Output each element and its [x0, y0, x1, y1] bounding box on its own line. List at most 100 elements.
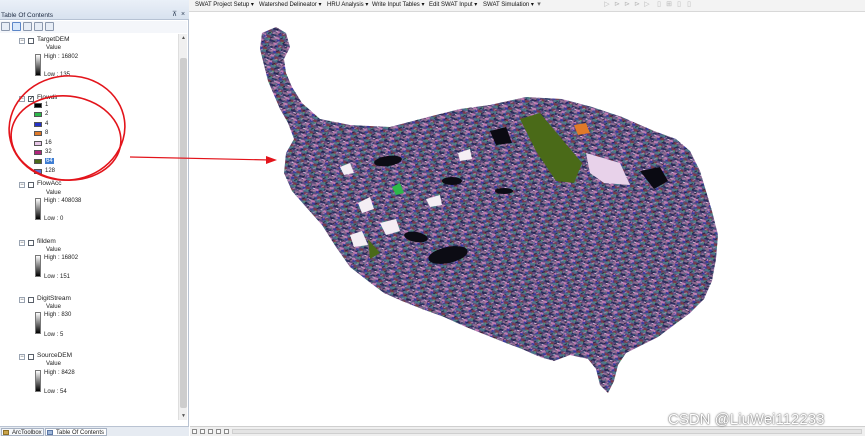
- legend-value-label: Value: [46, 190, 61, 196]
- legend-swatch[interactable]: [34, 150, 42, 155]
- map-horizontal-scrollbar[interactable]: [232, 429, 862, 434]
- toc-title: Table Of Contents: [1, 12, 54, 19]
- tool-icon[interactable]: ▷: [643, 1, 651, 9]
- legend-class-label: 32: [45, 149, 52, 155]
- tool-icon[interactable]: ⊳: [613, 1, 621, 9]
- scroll-down-icon[interactable]: ▼: [179, 412, 188, 420]
- collapse-icon[interactable]: −: [19, 182, 25, 188]
- menu-hru-analysis[interactable]: HRU Analysis ▾: [327, 1, 368, 10]
- pin-icon[interactable]: ⊼: [172, 11, 177, 19]
- refresh-icon[interactable]: [208, 429, 213, 434]
- plateau-raster: [260, 27, 718, 393]
- legend-swatch[interactable]: [34, 112, 42, 118]
- swat-toolbar: SWAT Project Setup ▾ Watershed Delineato…: [189, 0, 865, 12]
- layer-name: DigitStream: [37, 295, 71, 302]
- legend-high: High : 16802: [44, 54, 79, 60]
- legend-high: High : 830: [44, 312, 72, 318]
- layer-name: SourceDEM: [37, 352, 73, 359]
- list-by-selection-icon[interactable]: [34, 22, 43, 31]
- layers-icon: [47, 430, 53, 435]
- layer-visibility-checkbox[interactable]: [28, 354, 34, 360]
- layout-view-icon[interactable]: [200, 429, 205, 434]
- legend-value-label: Value: [46, 361, 61, 367]
- watermark: CSDN @LiuWei112233: [668, 411, 825, 428]
- lake-region: [495, 188, 513, 194]
- map-canvas[interactable]: [190, 13, 865, 426]
- collapse-icon[interactable]: −: [19, 354, 25, 360]
- collapse-icon[interactable]: −: [19, 96, 25, 102]
- layer-visibility-checkbox[interactable]: [28, 297, 34, 303]
- legend-class-label: 64: [45, 158, 54, 165]
- legend-swatch[interactable]: [34, 121, 42, 127]
- layer-name: FlowAcc: [37, 180, 62, 187]
- legend-class-label: 8: [45, 130, 49, 137]
- tab-table-of-contents[interactable]: Table Of Contents: [45, 428, 107, 436]
- toc-tab-strip: ArcToolbox Table Of Contents: [0, 426, 189, 436]
- collapse-icon[interactable]: −: [19, 38, 25, 44]
- legend-swatch[interactable]: [34, 103, 42, 108]
- list-by-source-icon[interactable]: [12, 22, 21, 31]
- legend-class-label: 1: [45, 102, 49, 108]
- legend-low: Low : 5: [44, 332, 64, 338]
- tool-icon[interactable]: ⊳: [623, 1, 631, 9]
- tool-icon[interactable]: ⊳: [633, 1, 641, 9]
- menu-swat-project-setup[interactable]: SWAT Project Setup ▾: [195, 1, 254, 10]
- legend-high: High : 16802: [44, 255, 79, 261]
- scroll-left-icon[interactable]: [224, 429, 229, 434]
- layer-name: filldem: [37, 238, 56, 245]
- legend-value-label: Value: [46, 247, 61, 253]
- data-view-icon[interactable]: [192, 429, 197, 434]
- menu-swat-simulation[interactable]: SWAT Simulation ▾: [483, 1, 534, 10]
- lake-region: [442, 177, 462, 185]
- legend-swatch[interactable]: [34, 168, 42, 174]
- tool-icon[interactable]: ▯: [685, 1, 693, 9]
- tool-icon[interactable]: ⊞: [665, 1, 673, 9]
- legend-swatch[interactable]: [34, 131, 42, 137]
- legend-high: High : 408038: [44, 198, 82, 204]
- color-ramp: [35, 198, 41, 220]
- collapse-icon[interactable]: −: [19, 240, 25, 246]
- toolbar-options-icon[interactable]: ▾: [535, 1, 543, 9]
- legend-low: Low : 0: [44, 216, 64, 222]
- options-icon[interactable]: [45, 22, 54, 31]
- tool-icon[interactable]: ▯: [655, 1, 663, 9]
- menu-watershed-delineator[interactable]: Watershed Delineator ▾: [259, 1, 321, 10]
- toc-scrollbar[interactable]: ▲ ▼: [178, 34, 187, 420]
- close-icon[interactable]: ×: [181, 11, 185, 19]
- toc-toolbar: [0, 21, 187, 33]
- legend-class-label: 16: [45, 139, 52, 146]
- scroll-up-icon[interactable]: ▲: [179, 34, 188, 42]
- legend-low: Low : 54: [44, 389, 67, 395]
- list-by-drawing-order-icon[interactable]: [1, 22, 10, 31]
- legend-low: Low : 151: [44, 274, 71, 280]
- legend-swatch[interactable]: [34, 140, 42, 146]
- menu-edit-swat-input[interactable]: Edit SWAT Input ▾: [429, 1, 477, 10]
- layer-visibility-checkbox[interactable]: [28, 182, 34, 188]
- legend-value-label: Value: [46, 45, 61, 51]
- color-ramp: [35, 370, 41, 392]
- collapse-icon[interactable]: −: [19, 297, 25, 303]
- flow-direction-raster-map: [260, 27, 718, 393]
- toolbox-icon: [3, 430, 9, 435]
- tool-icon[interactable]: ▯: [675, 1, 683, 9]
- list-by-visibility-icon[interactable]: [23, 22, 32, 31]
- layer-name: Flowdir: [37, 94, 58, 101]
- legend-value-label: Value: [46, 304, 61, 310]
- toc-titlebar: Table Of Contents ⊼ ×: [0, 0, 189, 20]
- layer-visibility-checkbox[interactable]: [28, 38, 34, 44]
- legend-swatch[interactable]: [34, 159, 42, 165]
- layer-visibility-checkbox[interactable]: [28, 240, 34, 246]
- color-ramp: [35, 255, 41, 277]
- color-ramp: [35, 54, 41, 76]
- menu-write-input-tables[interactable]: Write Input Tables ▾: [372, 1, 424, 10]
- layer-name: TargetDEM: [37, 36, 70, 43]
- scroll-thumb[interactable]: [180, 58, 187, 408]
- pause-icon[interactable]: [216, 429, 221, 434]
- legend-class-label: 4: [45, 120, 49, 127]
- color-ramp: [35, 312, 41, 334]
- run-icon[interactable]: ▷: [603, 1, 611, 9]
- tab-arctoolbox[interactable]: ArcToolbox: [1, 428, 44, 436]
- layer-visibility-checkbox[interactable]: ✓: [28, 96, 34, 102]
- legend-class-label: 2: [45, 111, 49, 118]
- legend-class-label: 128: [45, 167, 56, 174]
